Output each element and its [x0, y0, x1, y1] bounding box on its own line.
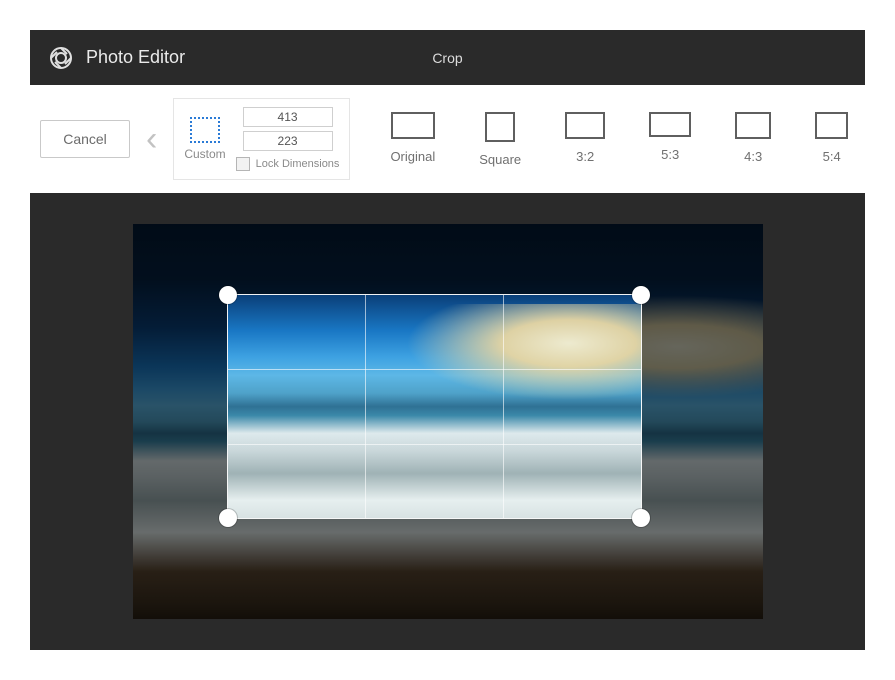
- app-logo-icon: [48, 45, 74, 71]
- crop-grid-line: [228, 444, 641, 445]
- aspect-ratio-label: 3:2: [576, 149, 594, 164]
- image-stage[interactable]: [133, 224, 763, 619]
- crop-handle-bottom-left[interactable]: [219, 509, 237, 527]
- aspect-ratio-icon: [649, 112, 691, 137]
- crop-width-input[interactable]: [243, 107, 333, 127]
- aspect-ratio-icon: [815, 112, 848, 139]
- lock-dimensions-row: Lock Dimensions: [236, 157, 340, 171]
- aspect-ratio-32[interactable]: 3:2: [565, 112, 605, 167]
- lock-dimensions-checkbox[interactable]: [236, 157, 250, 171]
- app-title: Photo Editor: [86, 47, 185, 68]
- aspect-ratio-icon: [391, 112, 435, 139]
- aspect-ratio-54[interactable]: 5:4: [815, 112, 848, 167]
- crop-height-input[interactable]: [243, 131, 333, 151]
- aspect-ratio-icon: [565, 112, 605, 139]
- custom-dimension-fields: Lock Dimensions: [236, 107, 340, 171]
- crop-handle-bottom-right[interactable]: [632, 509, 650, 527]
- canvas-area: [30, 193, 865, 650]
- app-window: Photo Editor Crop Cancel ‹ Custom Lock D…: [30, 30, 865, 650]
- aspect-ratio-icon: [735, 112, 771, 139]
- crop-cloud-decoration: [401, 304, 641, 402]
- aspect-ratio-label: 5:4: [823, 149, 841, 164]
- aspect-ratio-43[interactable]: 4:3: [735, 112, 771, 167]
- aspect-ratio-list: Original Square 3:2 5:3 4:3 5:4: [390, 112, 848, 167]
- app-frame: Photo Editor Crop Cancel ‹ Custom Lock D…: [0, 0, 895, 680]
- aspect-ratio-label: 5:3: [661, 147, 679, 162]
- aspect-ratio-label: Square: [479, 152, 521, 167]
- custom-crop-label: Custom: [184, 147, 225, 161]
- app-header: Photo Editor Crop: [30, 30, 865, 85]
- cancel-button[interactable]: Cancel: [40, 120, 130, 158]
- custom-crop-panel: Custom Lock Dimensions: [173, 98, 350, 180]
- custom-crop-option[interactable]: Custom: [184, 117, 225, 161]
- aspect-ratio-original[interactable]: Original: [390, 112, 435, 167]
- aspect-ratio-label: 4:3: [744, 149, 762, 164]
- chevron-left-icon[interactable]: ‹: [142, 120, 161, 159]
- aspect-ratio-53[interactable]: 5:3: [649, 112, 691, 167]
- crop-handle-top-left[interactable]: [219, 286, 237, 304]
- aspect-ratio-square[interactable]: Square: [479, 112, 521, 167]
- crop-handle-top-right[interactable]: [632, 286, 650, 304]
- header-mode-label: Crop: [432, 50, 462, 66]
- aspect-ratio-label: Original: [390, 149, 435, 164]
- crop-rectangle[interactable]: [228, 295, 641, 518]
- lock-dimensions-label: Lock Dimensions: [256, 158, 340, 170]
- crop-grid-line: [503, 295, 504, 518]
- custom-crop-icon: [190, 117, 220, 143]
- aspect-ratio-icon: [485, 112, 515, 142]
- crop-toolbar: Cancel ‹ Custom Lock Dimensions Original…: [30, 85, 865, 193]
- crop-grid-line: [365, 295, 366, 518]
- crop-grid-line: [228, 369, 641, 370]
